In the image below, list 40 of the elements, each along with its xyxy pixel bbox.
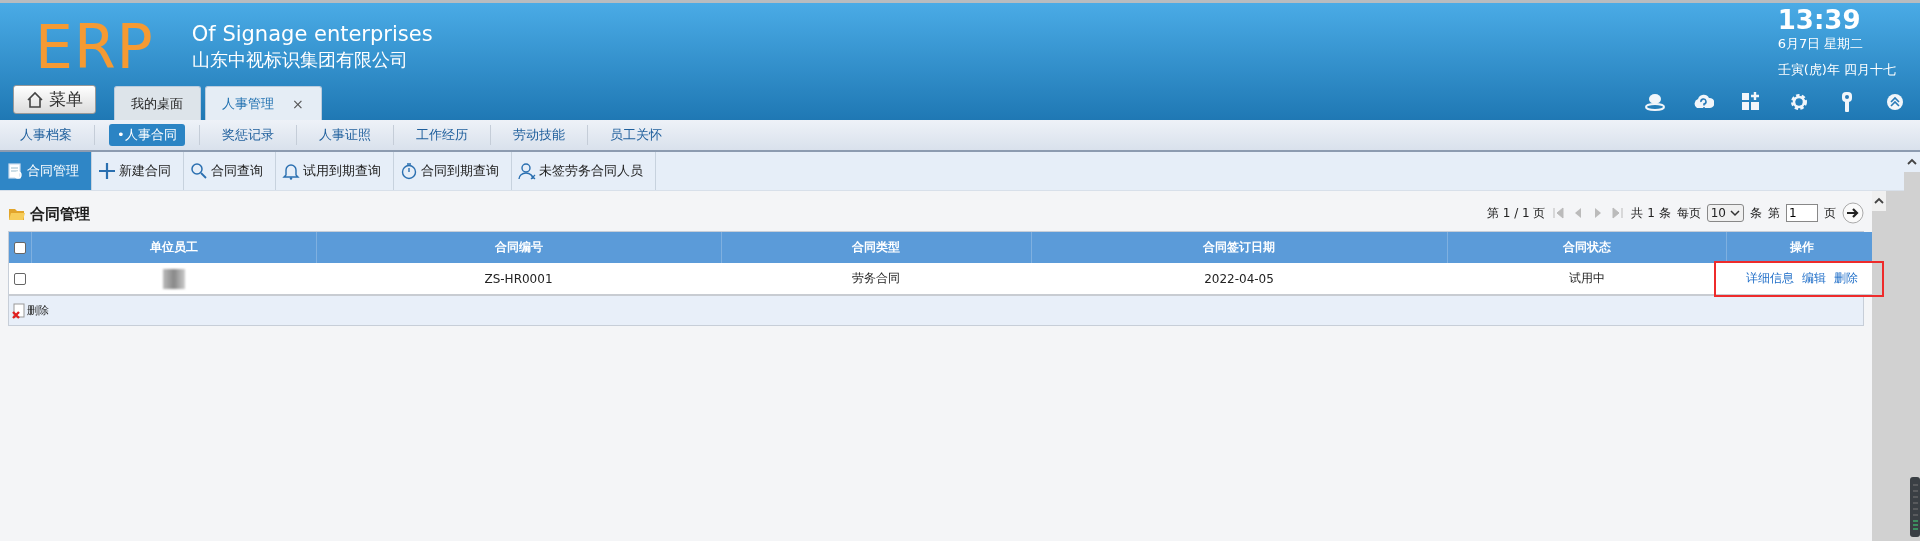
field-label: 第	[1768, 204, 1780, 222]
tab[interactable]: 我的桌面	[114, 86, 201, 120]
nav-link[interactable]: 人事证照	[310, 124, 379, 146]
field-label: 页	[1824, 204, 1836, 222]
nav-link[interactable]: 劳动技能	[504, 124, 573, 146]
table-cell: 试用中	[1568, 271, 1605, 285]
table-cell: 劳务合同	[852, 271, 900, 285]
table-cell: 2022-04-05	[1204, 271, 1274, 286]
logo-text: ERP	[35, 15, 154, 79]
table-cell: ZS-HR0001	[484, 271, 553, 286]
tab[interactable]: 人事管理 ×	[205, 86, 322, 120]
page-input[interactable]: 1	[1786, 204, 1818, 222]
nav-link[interactable]: 人事档案	[12, 124, 80, 146]
page-size-select[interactable]: 10	[1706, 204, 1744, 222]
action-link[interactable]: 编辑	[1802, 270, 1826, 287]
column-header: 单位员工	[31, 232, 316, 263]
nav-link[interactable]: •人事合同	[109, 124, 185, 146]
column-header: 合同状态	[1447, 232, 1726, 263]
clock-date: 6月7日 星期二	[1777, 35, 1865, 53]
column-header: 合同签订日期	[1031, 232, 1447, 263]
nav-link[interactable]: 工作经历	[407, 124, 476, 146]
action-link[interactable]: 删除	[1834, 270, 1858, 287]
page-info: 第 1 / 1 页	[1486, 204, 1546, 222]
nav-link[interactable]: 员工关怀	[601, 124, 670, 146]
toolbar-button[interactable]: 合同管理	[0, 152, 92, 190]
company-name: 山东中视标识集团有限公司	[191, 48, 409, 72]
field-label: 每页	[1676, 204, 1701, 222]
menu-button[interactable]: 菜单	[13, 85, 96, 114]
nav-link[interactable]: 奖惩记录	[213, 124, 282, 146]
panel-title: 合同管理	[30, 204, 90, 224]
company-name: Of Signage enterprises	[191, 22, 433, 46]
close-button[interactable]: ×	[292, 95, 304, 112]
total-count: 共 1 条	[1631, 204, 1671, 222]
lunar-date: 壬寅(虎)年 四月十七	[1777, 61, 1896, 79]
clock-time: 13:39	[1777, 5, 1862, 35]
action-link[interactable]: 详细信息	[1746, 270, 1794, 287]
column-header: 合同类型	[721, 232, 1031, 263]
field-label: 条	[1750, 204, 1762, 222]
delete-button[interactable]: 删除	[12, 302, 49, 319]
column-header: 合同编号	[316, 232, 721, 263]
